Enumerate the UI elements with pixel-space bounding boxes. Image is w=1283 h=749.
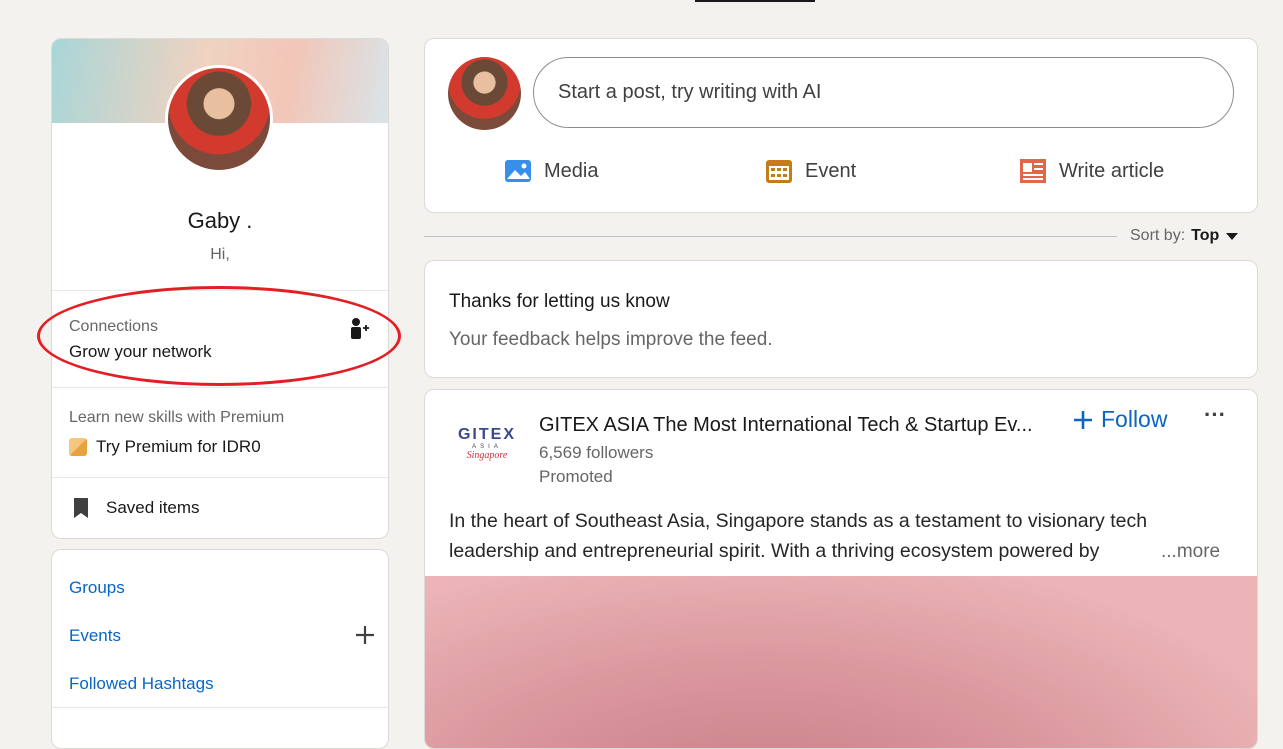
follower-count: 6,569 followers bbox=[539, 443, 654, 462]
start-post-input[interactable]: Start a post, try writing with AI bbox=[533, 57, 1234, 128]
premium-prompt: Learn new skills with Premium bbox=[69, 409, 285, 426]
plus-icon bbox=[1074, 410, 1092, 429]
article-icon bbox=[1020, 159, 1046, 183]
divider bbox=[52, 387, 388, 388]
saved-items-label: Saved items bbox=[106, 498, 200, 517]
connections-item[interactable]: Connections Grow your network bbox=[52, 291, 388, 387]
image-icon bbox=[505, 160, 531, 182]
divider bbox=[52, 477, 388, 478]
calendar-icon bbox=[766, 160, 792, 183]
post-author[interactable]: GITEX ASIA The Most International Tech &… bbox=[539, 414, 1033, 437]
top-indicator bbox=[695, 0, 815, 2]
company-logo[interactable]: GITEX ASIA Singapore bbox=[453, 426, 521, 461]
feed-divider bbox=[424, 236, 1117, 237]
write-article-label: Write article bbox=[1059, 159, 1165, 182]
shortcuts-card: Groups Events Followed Hashtags bbox=[51, 549, 389, 749]
avatar[interactable] bbox=[165, 65, 273, 173]
bookmark-icon bbox=[74, 498, 88, 518]
feedback-card: Thanks for letting us know Your feedback… bbox=[424, 260, 1258, 378]
event-button[interactable]: Event bbox=[765, 158, 856, 184]
feedback-title: Thanks for letting us know bbox=[449, 291, 670, 312]
profile-card: Gaby . Hi, Connections Grow your network… bbox=[51, 38, 389, 539]
event-label: Event bbox=[805, 159, 857, 182]
sort-dropdown[interactable]: Sort by: Top bbox=[1130, 227, 1239, 245]
see-more-link[interactable]: ...more bbox=[1161, 541, 1220, 563]
follow-label: Follow bbox=[1101, 406, 1168, 432]
grow-network-label: Grow your network bbox=[69, 342, 212, 361]
post-text-line2: leadership and entrepreneurial spirit. W… bbox=[449, 540, 1100, 562]
sort-label: Sort by: bbox=[1130, 227, 1186, 244]
composer-avatar[interactable] bbox=[448, 57, 521, 130]
saved-items-link[interactable]: Saved items bbox=[72, 497, 200, 519]
post-image[interactable] bbox=[425, 576, 1257, 748]
feedback-body: Your feedback helps improve the feed. bbox=[449, 329, 773, 350]
post-text-line1: In the heart of Southeast Asia, Singapor… bbox=[449, 510, 1148, 532]
more-options-icon[interactable]: ··· bbox=[1204, 402, 1226, 428]
write-article-button[interactable]: Write article bbox=[1019, 158, 1164, 184]
divider bbox=[52, 707, 388, 708]
post-composer: Start a post, try writing with AI Media … bbox=[424, 38, 1258, 213]
events-link[interactable]: Events bbox=[69, 626, 121, 646]
media-label: Media bbox=[544, 159, 599, 182]
follow-button[interactable]: Follow bbox=[1073, 406, 1167, 433]
connections-label: Connections bbox=[69, 318, 158, 335]
sort-value: Top bbox=[1191, 227, 1220, 244]
try-premium-link[interactable]: Try Premium for IDR0 bbox=[69, 437, 261, 457]
post-card: GITEX ASIA Singapore GITEX ASIA The Most… bbox=[424, 389, 1258, 749]
caret-down-icon bbox=[1226, 233, 1239, 240]
promoted-label: Promoted bbox=[539, 467, 613, 486]
groups-link[interactable]: Groups bbox=[69, 578, 125, 598]
media-button[interactable]: Media bbox=[504, 158, 598, 184]
try-premium-label: Try Premium for IDR0 bbox=[96, 437, 261, 456]
profile-headline: Hi, bbox=[210, 246, 230, 263]
add-person-icon bbox=[351, 318, 369, 339]
followed-hashtags-link[interactable]: Followed Hashtags bbox=[69, 674, 214, 694]
add-event-icon[interactable] bbox=[355, 625, 375, 645]
premium-icon bbox=[69, 438, 87, 456]
profile-name[interactable]: Gaby . bbox=[52, 208, 388, 234]
